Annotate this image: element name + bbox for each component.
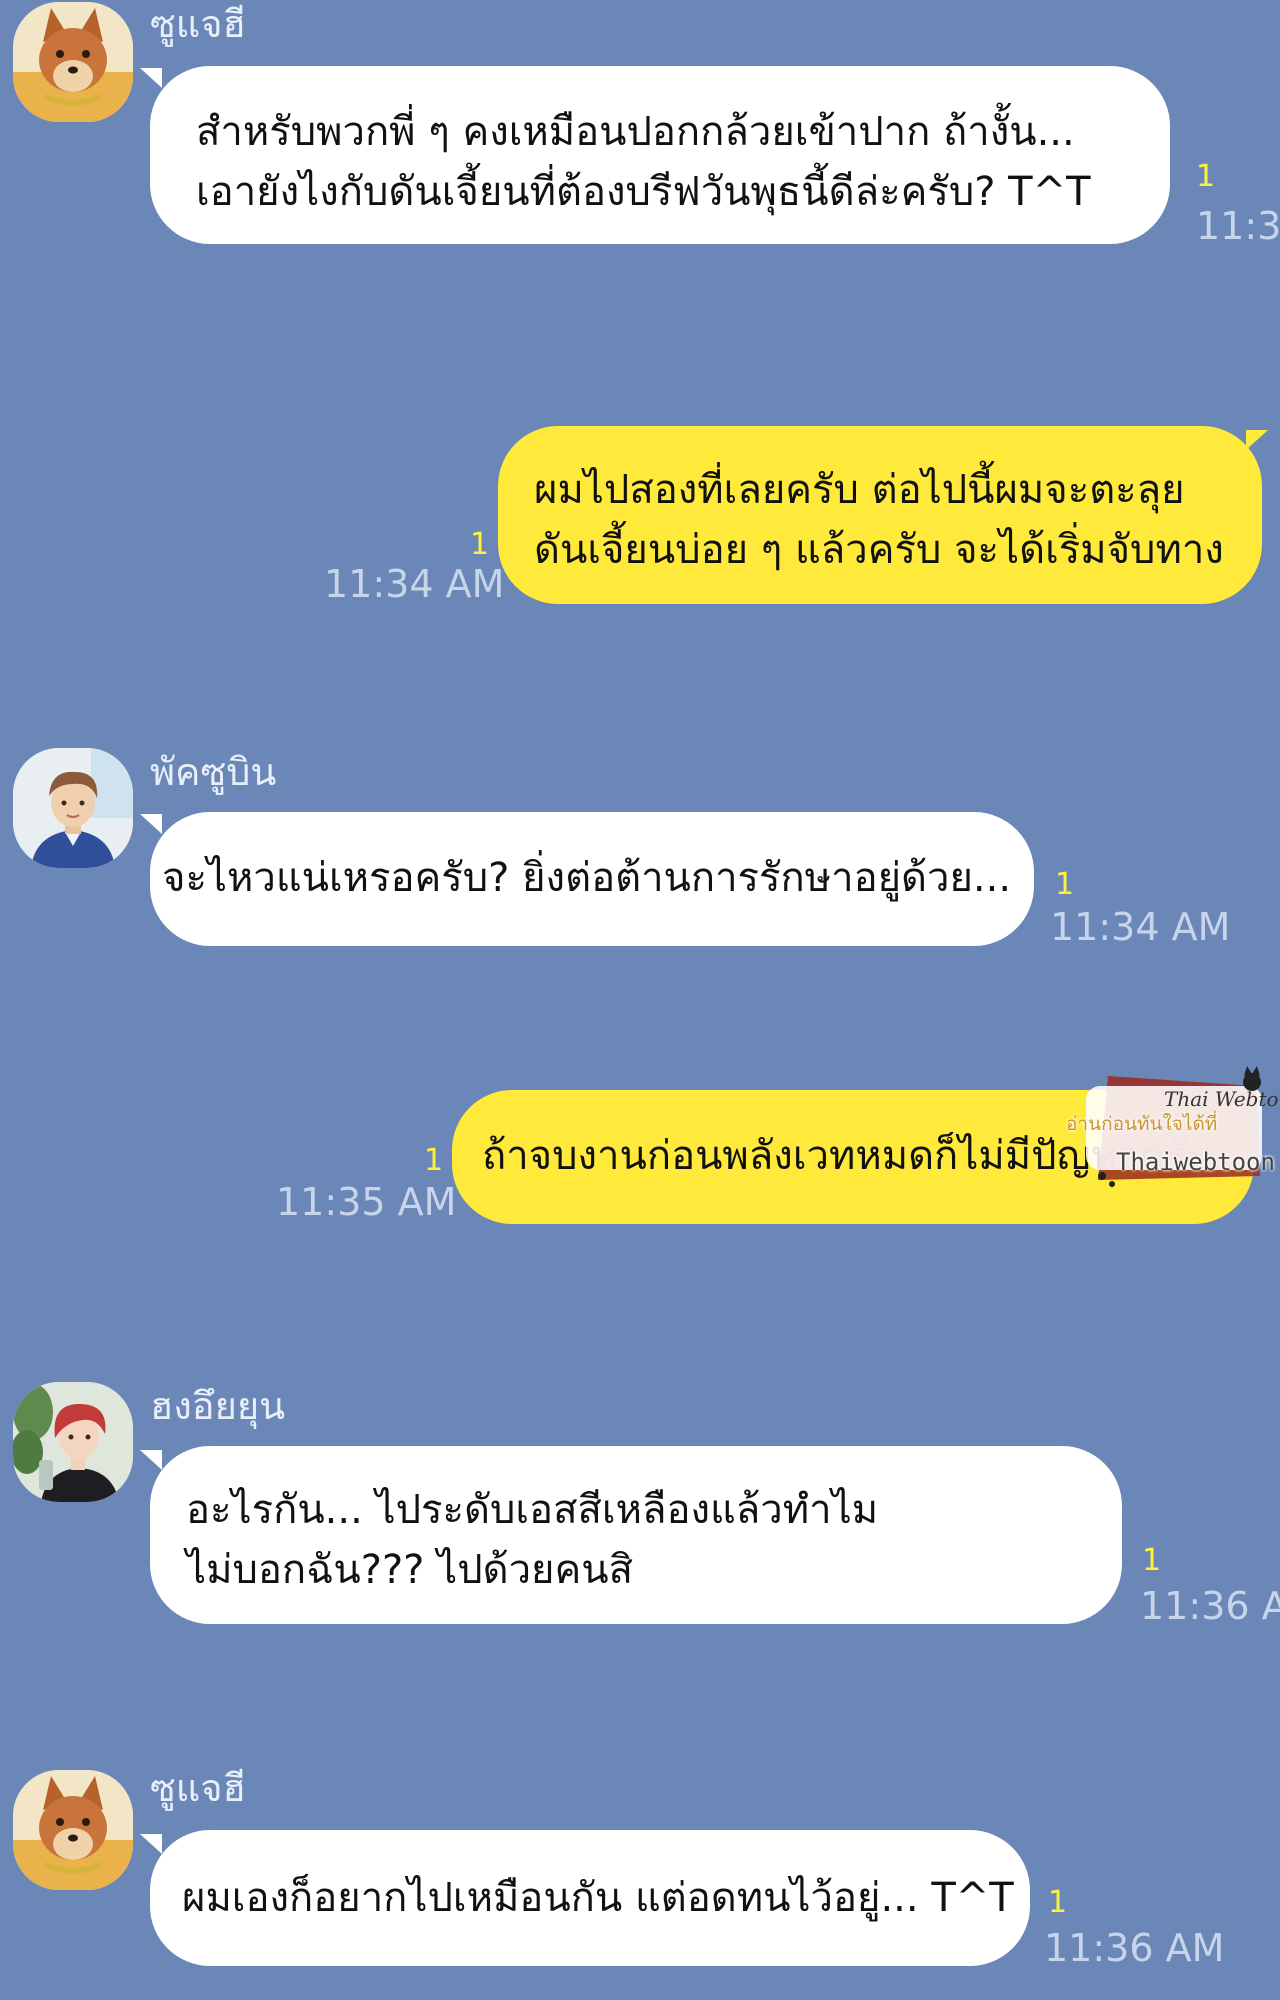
watermark-logo-text: Thai Webtoon — [1164, 1087, 1278, 1111]
sender-avatar-fox[interactable] — [13, 2, 133, 122]
sender-name: ฮงอึยยุน — [150, 1384, 286, 1428]
message-text: ดันเจี้ยนบ่อย ๆ แล้วครับ จะได้เริ่มจับทา… — [534, 527, 1224, 573]
message-text: อะไรกัน... ไประดับเอสสีเหลืองแล้วทำไม — [186, 1487, 879, 1533]
sender-avatar-fox[interactable] — [13, 1770, 133, 1890]
read-count: 1 — [424, 1143, 444, 1178]
sender-name: ซูแจฮี — [150, 2, 246, 46]
message-text: ผมไปสองที่เลยครับ ต่อไปนี้ผมจะตะลุย — [534, 467, 1185, 513]
read-count: 1 — [1055, 867, 1075, 902]
bubble-tail — [140, 68, 162, 88]
bubble-tail — [140, 814, 162, 834]
message-bubble-outgoing[interactable]: ผมไปสองที่เลยครับ ต่อไปนี้ผมจะตะลุย ดันเ… — [498, 426, 1262, 604]
message-timestamp: 11:36 AM — [1140, 1584, 1280, 1628]
message-timestamp: 11:34 — [1196, 204, 1280, 248]
message-text: สำหรับพวกพี่ ๆ คงเหมือนปอกกล้วยเข้าปาก ถ… — [196, 109, 1075, 155]
message-timestamp: 11:34 AM — [324, 562, 505, 606]
sender-name: ซูแจฮี — [150, 1766, 246, 1810]
message-text: เอายังไงกับดันเจี้ยนที่ต้องบรีฟวันพุธนี้… — [196, 169, 1091, 215]
watermark-tagline: อ่านก่อนทันใจได้ที่ — [1066, 1113, 1218, 1135]
message-bubble-incoming[interactable]: อะไรกัน... ไประดับเอสสีเหลืองแล้วทำไม ไม… — [150, 1446, 1122, 1624]
message-bubble-incoming[interactable]: ผมเองก็อยากไปเหมือนกัน แต่อดทนไว้อยู่...… — [150, 1830, 1030, 1966]
sender-name: พัคซูบิน — [150, 750, 277, 794]
message-timestamp: 11:35 AM — [276, 1180, 457, 1224]
read-count: 1 — [1048, 1885, 1068, 1920]
message-text: ผมเองก็อยากไปเหมือนกัน แต่อดทนไว้อยู่...… — [182, 1875, 1014, 1921]
read-count: 1 — [1142, 1543, 1162, 1578]
sender-avatar-red-hair[interactable] — [13, 1382, 133, 1502]
message-text: ไม่บอกฉัน??? ไปด้วยคนสิ — [186, 1547, 634, 1593]
message-bubble-incoming[interactable]: จะไหวแน่เหรอครับ? ยิ่งต่อต้านการรักษาอยู… — [150, 812, 1034, 946]
message-timestamp: 11:36 AM — [1044, 1926, 1225, 1970]
sender-avatar-man[interactable] — [13, 748, 133, 868]
message-text: จะไหวแน่เหรอครับ? ยิ่งต่อต้านการรักษาอยู… — [162, 855, 1012, 901]
watermark-site: Thaiwebtoon — [1116, 1148, 1275, 1176]
bubble-tail — [1246, 430, 1268, 450]
read-count: 1 — [1196, 159, 1216, 194]
bubble-tail — [140, 1450, 162, 1470]
read-count: 1 — [470, 527, 490, 562]
message-timestamp: 11:34 AM — [1050, 905, 1231, 949]
bubble-tail — [140, 1834, 162, 1854]
message-bubble-incoming[interactable]: สำหรับพวกพี่ ๆ คงเหมือนปอกกล้วยเข้าปาก ถ… — [150, 66, 1170, 244]
